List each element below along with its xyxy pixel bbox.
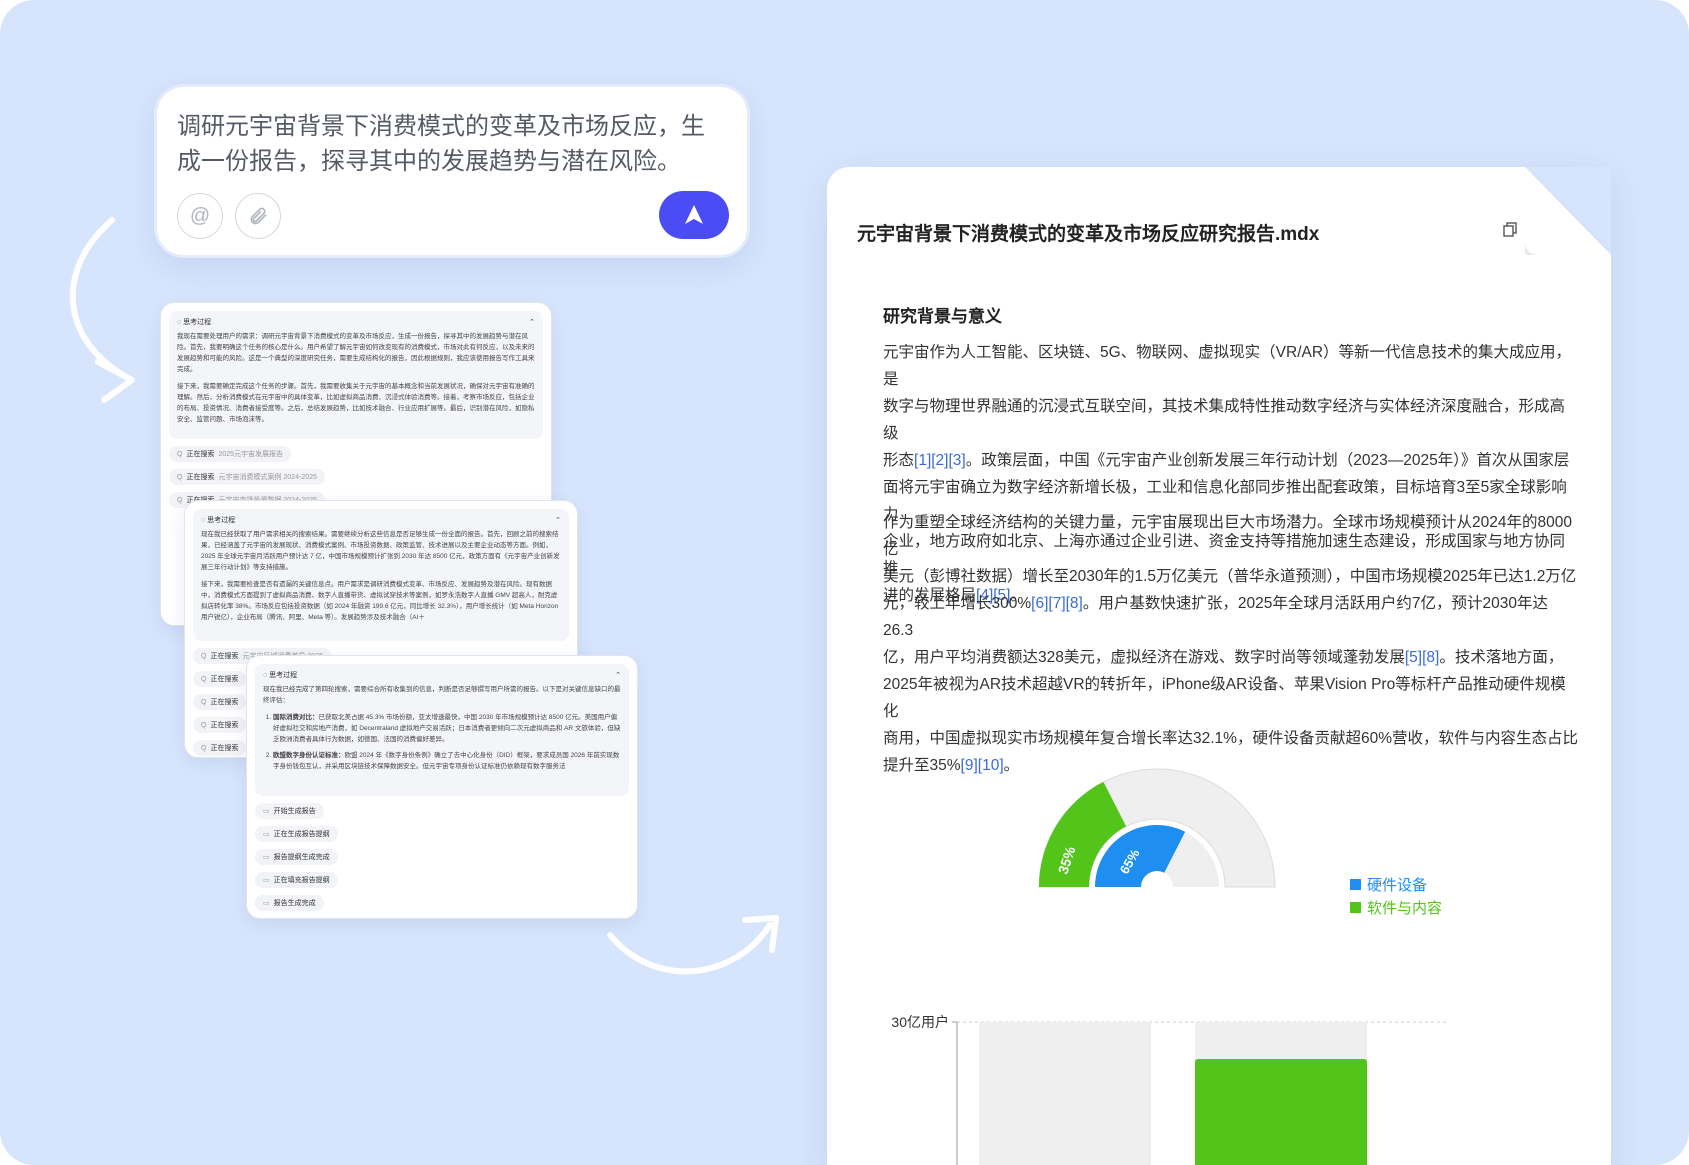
paragraph-2: 作为重塑全球经济结构的关键力量，元宇宙展现出巨大市场潜力。全球市场规模预计从20… [883,509,1578,779]
search-status: Q 正在搜索 [193,717,247,733]
thinking-card-3: ◌ 思考过程 ⌃ 现在我已经完成了第四轮搜索，需要综合所有收集到的信息，判断是否足… [246,655,638,919]
list-item-body: 已获取北美占据 45.3% 市场份额，亚太增速最快，中国 2030 年市场规模预… [273,714,621,743]
list-item-title: 国际消费对比： [273,714,319,721]
report-step: ▭ 报告提纲生成完成 [255,849,338,865]
step-label: 正在生成报告提纲 [273,831,330,838]
thinking-text: 现在我已经获取了用户需求相关的搜索结果。需要继续分析这些信息是否足够生成一份全面… [201,531,560,571]
text-line: 美元（彭博社数据）增长至2030年的1.5万亿美元（普华永道预测），中国市场规模… [883,568,1577,585]
report-step: ▭ 报告生成完成 [255,895,324,911]
search-status: Q 正在搜索 [193,671,247,687]
document-preview: 元宇宙背景下消费模式的变革及市场反应研究报告.mdx 研究背景与意义 元宇宙作为… [827,167,1611,1165]
search-label: 正在搜索 [210,676,239,683]
thinking-panel: ◌ 思考过程 ⌃ 我现在需要处理用户的需求：调研元宇宙背景下消费模式的变革及市场反… [169,311,543,439]
search-label: 正在搜索 [210,722,239,729]
thinking-header: 思考过程 [183,319,212,326]
search-icon: Q [201,675,207,683]
thinking-text: 接下来，我需要检查是否有遗漏的关键信息点。用户需求是调研消费模式变革、市场反应、… [201,581,559,621]
step-label: 报告提纲生成完成 [273,854,330,861]
prompt-text[interactable]: 调研元宇宙背景下消费模式的变革及市场反应，生成一份报告，探寻其中的发展趋势与潜在… [177,109,717,179]
collapse-icon[interactable]: ⌃ [529,317,535,328]
list-item-title: 欧盟数字身份认证标准： [273,752,345,759]
thinking-text: 现在我已经完成了第四轮搜索，需要综合所有收集到的信息，判断是否足够撰写用户所需的… [263,686,621,704]
search-query: 2025元宇宙发展报告 [218,451,284,458]
thinking-text: 我现在需要处理用户的需求：调研元宇宙背景下消费模式的变革及市场反应，生成一份报告… [177,333,535,373]
search-icon: Q [201,698,207,706]
legend-swatch [1350,902,1361,913]
thinking-list: 国际消费对比：已获取北美占据 45.3% 市场份额，亚太增速最快，中国 2030… [263,712,621,772]
report-step: ▭ 开始生成报告 [255,803,324,819]
search-status: Q 正在搜索 [193,694,247,710]
y-tick-label: 30亿用户 [891,1014,949,1030]
legend-swatch [1350,879,1361,890]
thinking-panel: ◌ 思考过程 ⌃ 现在我已经完成了第四轮搜索，需要综合所有收集到的信息，判断是否足… [255,664,629,796]
text-line: 元宇宙作为人工智能、区块链、5G、物联网、虚拟现实（VR/AR）等新一代信息技术… [883,344,1572,388]
search-icon: Q [177,496,183,504]
list-item: 国际消费对比：已获取北美占据 45.3% 市场份额，亚太增速最快，中国 2030… [273,712,621,745]
thinking-text: 接下来，我需要确定完成这个任务的步骤。首先，我需要收集关于元宇宙的基本概念和当前… [177,383,535,423]
document-icon: ▭ [263,854,270,861]
paperclip-icon [250,207,267,225]
search-status: Q 正在搜索 [193,740,247,756]
thinking-panel: ◌ 思考过程 ⌃ 现在我已经获取了用户需求相关的搜索结果。需要继续分析这些信息是否… [193,509,569,641]
search-status: Q 正在搜索 元宇宙消费模式案例 2024-2025 [169,469,325,485]
prompt-box[interactable]: 调研元宇宙背景下消费模式的变革及市场反应，生成一份报告，探寻其中的发展趋势与潜在… [154,84,750,258]
search-label: 正在搜索 [210,653,239,660]
bulb-icon: ◌ [263,672,268,679]
text-line: 亿，用户平均消费额达328美元，虚拟经济在游戏、数字时尚等领域蓬勃发展[5][8… [883,649,1564,666]
text-line: 数字与物理世界融通的沉浸式互联空间，其技术集成特性推动数字经济与实体经济深度融合… [883,398,1566,442]
search-icon: Q [177,473,183,481]
search-status: Q 正在搜索 2025元宇宙发展报告 [169,446,292,462]
document-icon: ▭ [263,831,270,838]
text-line: 元，较上年增长300%[6][7][8]。用户基数快速扩张，2025年全球月活跃… [883,595,1548,639]
step-label: 报告生成完成 [273,900,316,907]
search-label: 正在搜索 [186,474,215,481]
report-step: ▭ 正在生成报告提纲 [255,826,338,842]
thinking-header: 思考过程 [207,517,236,524]
search-icon: Q [177,450,183,458]
search-icon: Q [201,652,207,660]
step-label: 正在填充报告提纲 [273,877,330,884]
collapse-icon[interactable]: ⌃ [555,515,561,526]
legend-label: 软件与内容 [1367,900,1443,917]
document-title: 元宇宙背景下消费模式的变革及市场反应研究报告.mdx [857,224,1320,245]
search-label: 正在搜索 [210,699,239,706]
attach-button[interactable] [235,193,281,239]
text-line: 作为重塑全球经济结构的关键力量，元宇宙展现出巨大市场潜力。全球市场规模预计从20… [883,514,1572,558]
send-button[interactable] [659,191,729,239]
document-icon: ▭ [263,877,270,884]
search-label: 正在搜索 [186,451,215,458]
search-icon: Q [201,744,207,752]
search-icon: Q [201,721,207,729]
revenue-share-chart: 35% 65% [1038,768,1276,888]
bar-background [979,1022,1151,1165]
copy-icon[interactable] [1502,221,1518,237]
bar [1195,1059,1367,1165]
app-canvas: 调研元宇宙背景下消费模式的变革及市场反应，生成一份报告，探寻其中的发展趋势与潜在… [0,0,1689,1165]
step-label: 开始生成报告 [273,808,316,815]
send-arrow-icon [685,205,703,224]
search-label: 正在搜索 [210,745,239,752]
section-heading: 研究背景与意义 [883,307,1002,326]
at-icon: @ [189,204,211,227]
search-query: 元宇宙消费模式案例 2024-2025 [218,474,317,481]
report-step: ▭ 正在填充报告提纲 [255,872,338,888]
legend-label: 硬件设备 [1367,877,1428,894]
legend-item-hardware: 硬件设备 [1350,874,1427,895]
collapse-icon[interactable]: ⌃ [615,670,621,681]
document-icon: ▭ [263,900,270,907]
text-line: 2025年被视为AR技术超越VR的转折年，iPhone级AR设备、苹果Visio… [883,676,1566,720]
legend-item-software: 软件与内容 [1350,897,1442,918]
bulb-icon: ◌ [177,319,182,326]
user-bar-chart: 30亿用户15亿用户 [891,1014,1447,1165]
page-fold [1525,167,1611,255]
thinking-header: 思考过程 [269,672,298,679]
text-line: 商用，中国虚拟现实市场规模年复合增长率达32.1%，硬件设备贡献超60%营收，软… [883,730,1578,747]
text-line: 形态[1][2][3]。政策层面，中国《元宇宙产业创新发展三年行动计划（2023… [883,452,1570,469]
bulb-icon: ◌ [201,517,206,524]
document-icon: ▭ [263,808,270,815]
mention-button[interactable]: @ [177,193,223,239]
list-item: 欧盟数字身份认证标准：欧盟 2024 年《数字身份条例》确立了去中心化身份（DI… [273,750,621,772]
